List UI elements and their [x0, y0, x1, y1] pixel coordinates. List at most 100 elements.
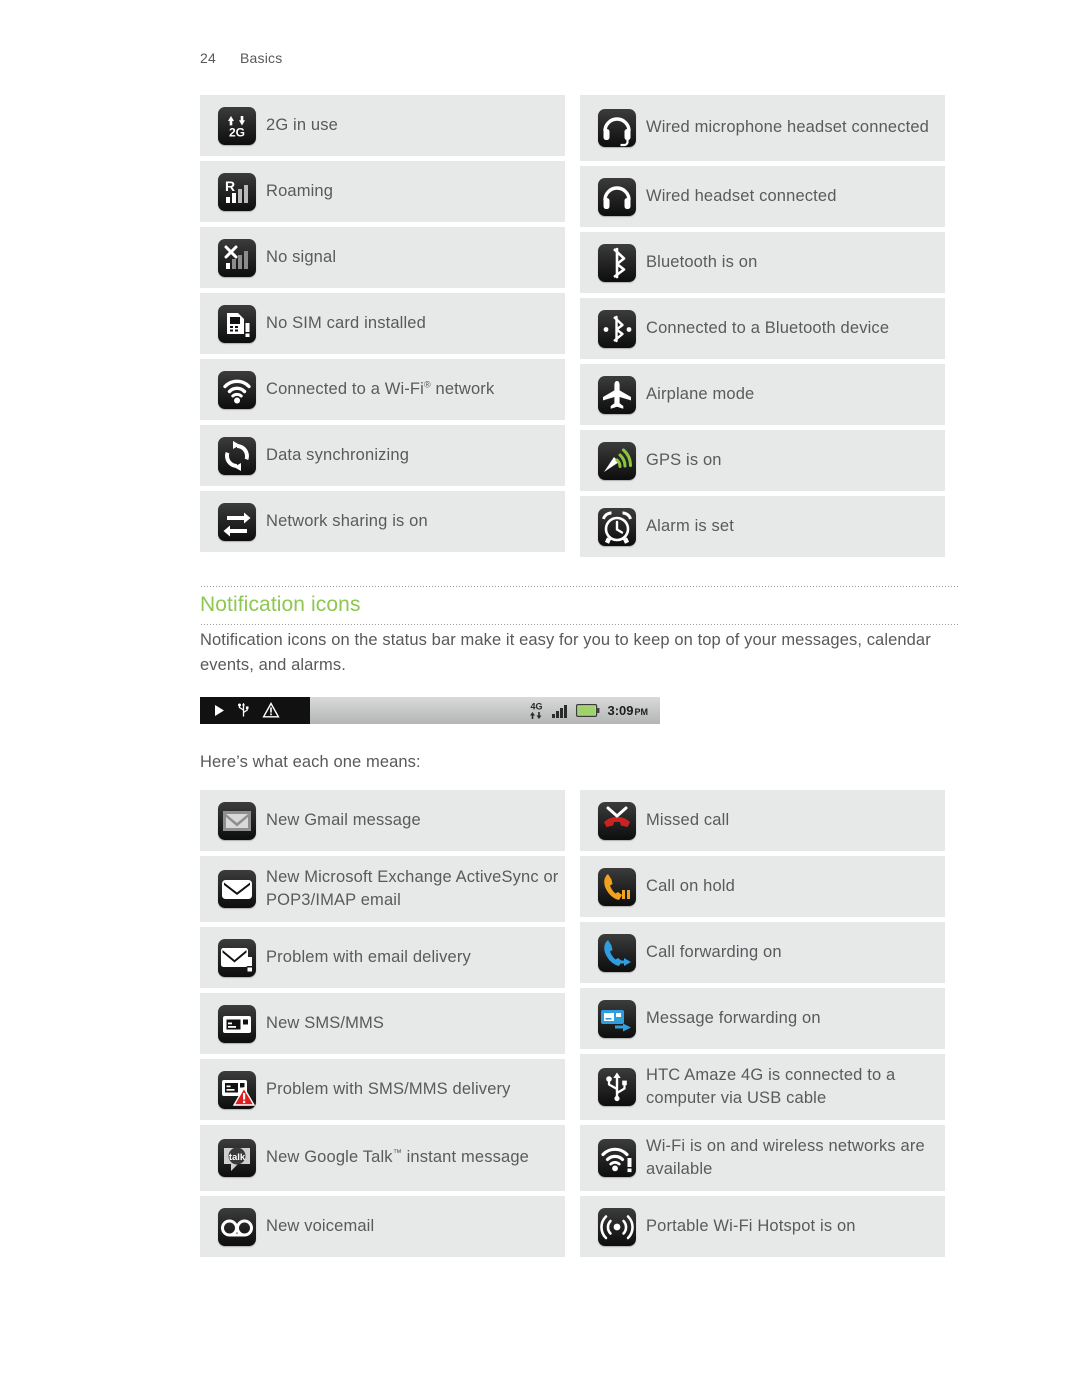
bluetooth-on-icon [598, 243, 636, 282]
status-icons-column-right: Wired microphone headset connected Wired … [580, 95, 945, 562]
row-label: Wired microphone headset connected [646, 118, 930, 137]
row-label: Alarm is set [646, 516, 734, 535]
wifi-connected-icon [218, 370, 256, 409]
table-row: New Microsoft Exchange ActiveSync or POP… [200, 856, 565, 922]
icon-cell [592, 999, 642, 1038]
row-label: Portable Wi-Fi Hotspot is on [646, 1216, 856, 1235]
table-row: R Roaming [200, 161, 565, 222]
usb-icon [238, 702, 249, 717]
label-superscript: ® [423, 379, 431, 390]
icon-cell [212, 938, 262, 977]
data-sync-icon [218, 436, 256, 475]
table-row: 2G 2G in use [200, 95, 565, 156]
icon-cell [212, 502, 262, 541]
notification-icons-heading-block: Notification icons [200, 586, 960, 625]
usb-connected-icon [598, 1068, 636, 1106]
alarm-set-icon [598, 507, 636, 546]
row-label: Wi-Fi is on and wireless networks are av… [646, 1136, 925, 1178]
wired-headset-icon [598, 177, 636, 216]
table-row: Airplane mode [580, 364, 945, 425]
table-row: talk New Google Talk™ instant message [200, 1125, 565, 1191]
row-label: Connected to a Bluetooth device [646, 318, 890, 337]
rule-dotted-bottom [200, 624, 960, 625]
row-label: Roaming [266, 181, 334, 200]
icon-cell [592, 1068, 642, 1106]
gps-on-icon [598, 441, 636, 480]
table-row: HTC Amaze 4G is connected to a computer … [580, 1054, 945, 1120]
table-row: Message forwarding on [580, 988, 945, 1049]
wired-microphone-headset-icon [598, 109, 636, 147]
icon-cell: talk [212, 1139, 262, 1177]
row-label: Wired headset connected [646, 186, 837, 205]
row-label: Missed call [646, 810, 730, 829]
icon-cell [592, 867, 642, 906]
row-label: Connected to a Wi-Fi® network [266, 379, 495, 398]
table-row: New voicemail [200, 1196, 565, 1257]
row-label: Airplane mode [646, 384, 755, 403]
section-heading: Notification icons [200, 593, 361, 616]
status-bar-notification-area [200, 697, 310, 724]
row-label: Problem with SMS/MMS delivery [266, 1079, 511, 1098]
icon-cell: R [212, 172, 262, 211]
signal-bars-icon [552, 705, 568, 718]
table-row: Connected to a Bluetooth device [580, 298, 945, 359]
alert-triangle-icon [262, 702, 280, 718]
icon-cell [212, 370, 262, 409]
airplane-mode-icon [598, 375, 636, 414]
table-row: GPS is on [580, 430, 945, 491]
status-bar-system-area: 4G 3:09PM [310, 697, 660, 724]
icon-cell [592, 1207, 642, 1246]
row-label: Message forwarding on [646, 1008, 821, 1027]
icon-cell [592, 375, 642, 414]
battery-icon [576, 704, 600, 717]
row-label: Data synchronizing [266, 445, 410, 464]
row-label: GPS is on [646, 450, 722, 469]
row-label: Network sharing is on [266, 511, 428, 530]
table-row: Wired microphone headset connected [580, 95, 945, 161]
table-row: Problem with email delivery [200, 927, 565, 988]
sms-mms-icon [218, 1004, 256, 1043]
row-label: New voicemail [266, 1216, 375, 1235]
2g-in-use-icon: 2G [218, 106, 256, 145]
label-superscript: ™ [392, 1147, 402, 1158]
table-row: Missed call [580, 790, 945, 851]
svg-text:2G: 2G [229, 125, 245, 139]
roaming-icon: R [218, 172, 256, 211]
table-row: Call forwarding on [580, 922, 945, 983]
svg-text:4G: 4G [531, 702, 543, 712]
call-forwarding-icon [598, 933, 636, 972]
icon-cell [212, 1207, 262, 1246]
icon-cell [592, 109, 642, 147]
row-label: Call forwarding on [646, 942, 782, 961]
section-lead-in: Here’s what each one means: [200, 753, 421, 771]
page-number: 24 [200, 50, 216, 66]
missed-call-icon [598, 801, 636, 840]
exchange-email-icon [218, 870, 256, 908]
voicemail-icon [218, 1207, 256, 1246]
status-bar-clock: 3:09PM [607, 703, 648, 718]
row-label: No SIM card installed [266, 313, 426, 332]
table-row: New Gmail message [200, 790, 565, 851]
row-label: Call on hold [646, 876, 735, 895]
bluetooth-connected-icon [598, 309, 636, 348]
row-label: New Microsoft Exchange ActiveSync or POP… [266, 867, 559, 909]
icon-cell [212, 870, 262, 908]
icon-cell [592, 933, 642, 972]
sms-problem-icon [218, 1070, 256, 1109]
row-label: Bluetooth is on [646, 252, 758, 271]
icon-cell [592, 243, 642, 282]
icon-cell [212, 1070, 262, 1109]
network-sharing-icon [218, 502, 256, 541]
wifi-available-icon [598, 1139, 636, 1177]
table-row: Data synchronizing [200, 425, 565, 486]
icon-cell [592, 177, 642, 216]
row-label: Problem with email delivery [266, 947, 471, 966]
table-row: Wired headset connected [580, 166, 945, 227]
icon-cell [592, 1139, 642, 1177]
table-row: Connected to a Wi-Fi® network [200, 359, 565, 420]
email-problem-icon [218, 938, 256, 977]
call-on-hold-icon [598, 867, 636, 906]
running-head: 24 Basics [200, 50, 282, 66]
notification-icons-column-left: New Gmail message New Microsoft Exchange … [200, 790, 565, 1262]
row-label: New SMS/MMS [266, 1013, 385, 1032]
